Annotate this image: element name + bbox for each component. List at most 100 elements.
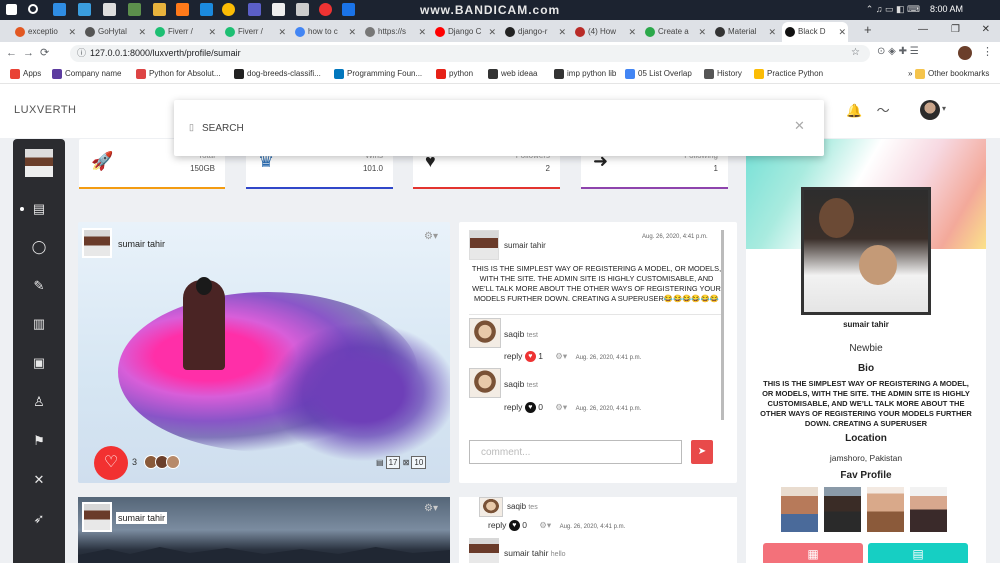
close-tab-icon[interactable]: ✕ — [208, 22, 216, 42]
user-avatar[interactable] — [920, 100, 940, 120]
post-image[interactable] — [78, 497, 450, 563]
scrollbar[interactable] — [721, 230, 724, 420]
reply-avatar[interactable] — [469, 368, 501, 398]
browser-tab[interactable]: exceptio ✕ — [12, 22, 78, 42]
browser-tab[interactable]: Fiverr / ✕ — [222, 22, 288, 42]
close-tab-icon[interactable]: ✕ — [698, 22, 706, 42]
post-author-avatar[interactable] — [82, 228, 112, 258]
post-author-name[interactable]: sumair tahir — [118, 239, 165, 249]
chat-icon[interactable]: ◯ — [13, 239, 65, 261]
close-window-icon[interactable]: ✕ — [982, 24, 990, 35]
gear-icon[interactable]: ⚙▾ — [424, 503, 438, 514]
browser-tab[interactable]: Fiverr / ✕ — [152, 22, 218, 42]
fav-profile-avatar[interactable] — [781, 487, 818, 532]
github-icon[interactable] — [272, 3, 285, 16]
run-icon[interactable]: ⚑ — [13, 433, 65, 455]
folder-icon[interactable] — [153, 3, 166, 16]
star-icon[interactable]: ☆ — [851, 47, 860, 58]
liker-avatar[interactable] — [166, 455, 180, 469]
comment-author-avatar[interactable] — [469, 230, 499, 260]
app-icon[interactable] — [176, 3, 189, 16]
bookmark[interactable]: web ideaa — [488, 69, 537, 79]
gear-icon[interactable]: ⚙▾ — [424, 231, 438, 242]
reply-avatar[interactable] — [479, 497, 503, 517]
heart-icon[interactable]: ♥ — [524, 402, 536, 414]
document-button[interactable]: ▤ — [868, 543, 968, 563]
browser-tab[interactable]: Black D ✕ — [782, 22, 848, 42]
bookmark[interactable]: Programming Foun... — [334, 69, 422, 79]
teams-icon[interactable] — [248, 3, 261, 16]
browser-tab[interactable]: Create a ✕ — [642, 22, 708, 42]
close-tab-icon[interactable]: ✕ — [628, 22, 636, 42]
chevron-icon[interactable]: » — [895, 69, 912, 78]
comment-input[interactable] — [469, 440, 682, 464]
search-input[interactable] — [202, 118, 762, 138]
search-icon[interactable] — [28, 4, 38, 14]
url-field[interactable]: ⓘ 127.0.0.1:8000/luxverth/profile/sumair — [70, 45, 870, 62]
close-tab-icon[interactable]: ✕ — [558, 22, 566, 42]
comment-author-avatar[interactable] — [469, 538, 499, 563]
post-image[interactable] — [78, 222, 450, 483]
like-button[interactable]: ♡ — [94, 446, 128, 480]
calendar-button[interactable]: ▦ — [763, 543, 863, 563]
close-tab-icon[interactable]: ✕ — [68, 22, 76, 42]
minimize-icon[interactable]: — — [918, 24, 928, 35]
fav-profile-avatar[interactable] — [910, 487, 947, 532]
sidebar-avatar[interactable] — [25, 149, 53, 177]
bookmark[interactable]: History — [704, 69, 742, 79]
shopping-bag-icon[interactable] — [103, 3, 116, 16]
other-bookmarks[interactable]: Other bookmarks — [915, 69, 989, 79]
close-tab-icon[interactable]: ✕ — [348, 22, 356, 42]
fav-profile-avatar[interactable] — [867, 487, 904, 532]
vscode-icon[interactable] — [200, 3, 213, 16]
browser-tab[interactable]: how to c ✕ — [292, 22, 358, 42]
browser-tab[interactable]: Django C ✕ — [432, 22, 498, 42]
user-icon[interactable]: ♙ — [13, 394, 65, 416]
bell-icon[interactable]: 🔔 — [846, 103, 862, 118]
profile-photo[interactable] — [801, 187, 931, 315]
gear-icon[interactable]: ⚙▾ — [539, 520, 551, 530]
comment-author[interactable]: sumair tahir — [504, 241, 546, 250]
brand-logo[interactable]: LUXVERTH — [14, 104, 76, 116]
post-author-avatar[interactable] — [82, 502, 112, 532]
close-tab-icon[interactable]: ✕ — [838, 22, 846, 42]
maximize-icon[interactable]: ❐ — [951, 24, 960, 35]
reply-link[interactable]: reply — [488, 520, 506, 530]
close-tab-icon[interactable]: ✕ — [488, 22, 496, 42]
bookmark[interactable]: dog-breeds-classifi... — [234, 69, 321, 79]
store-icon[interactable] — [78, 3, 91, 16]
bookmark[interactable]: Company name — [52, 69, 121, 79]
pin-icon[interactable]: ✎ — [13, 278, 65, 300]
system-tray[interactable]: ⌃ ♫ ▭ ◧ ⌨ — [866, 4, 920, 15]
document-icon[interactable]: ▤ — [13, 201, 65, 223]
post-author-name[interactable]: sumair tahir — [116, 512, 168, 524]
record-icon[interactable] — [319, 3, 332, 16]
send-button[interactable]: ➤ — [691, 440, 713, 464]
id-card-icon[interactable]: ▣ — [13, 355, 65, 377]
close-tab-icon[interactable]: ✕ — [768, 22, 776, 42]
clock[interactable]: 8:00 AM — [930, 4, 963, 14]
browser-tab[interactable]: Material ✕ — [712, 22, 778, 42]
close-icon[interactable]: ✕ — [794, 118, 805, 134]
browser-tab[interactable]: GoHytal ✕ — [82, 22, 148, 42]
tools-icon[interactable]: ✕ — [13, 472, 65, 494]
close-tab-icon[interactable]: ✕ — [138, 22, 146, 42]
window-icon[interactable] — [296, 3, 309, 16]
windows-start-icon[interactable] — [6, 4, 17, 15]
chrome-icon[interactable] — [222, 3, 235, 16]
profile-icon[interactable] — [958, 46, 972, 60]
bookmark[interactable]: python — [436, 69, 473, 79]
bookmark[interactable]: Python for Absolut... — [136, 69, 221, 79]
mail-icon[interactable] — [128, 3, 141, 16]
browser-tab[interactable]: django-r ✕ — [502, 22, 568, 42]
new-tab-button[interactable]: + — [864, 22, 872, 37]
reply-link[interactable]: reply — [504, 402, 522, 412]
reply-link[interactable]: reply — [504, 351, 522, 361]
edge-icon[interactable] — [53, 3, 66, 16]
browser-tab[interactable]: (4) How ✕ — [572, 22, 638, 42]
gear-icon[interactable]: ⚙▾ — [555, 351, 567, 361]
heart-icon[interactable]: ♥ — [508, 520, 520, 532]
activity-icon[interactable]: 〜 — [877, 103, 890, 118]
rocket-icon[interactable]: ➶ — [13, 511, 65, 533]
bookmark[interactable]: 05 List Overlap — [625, 69, 692, 79]
